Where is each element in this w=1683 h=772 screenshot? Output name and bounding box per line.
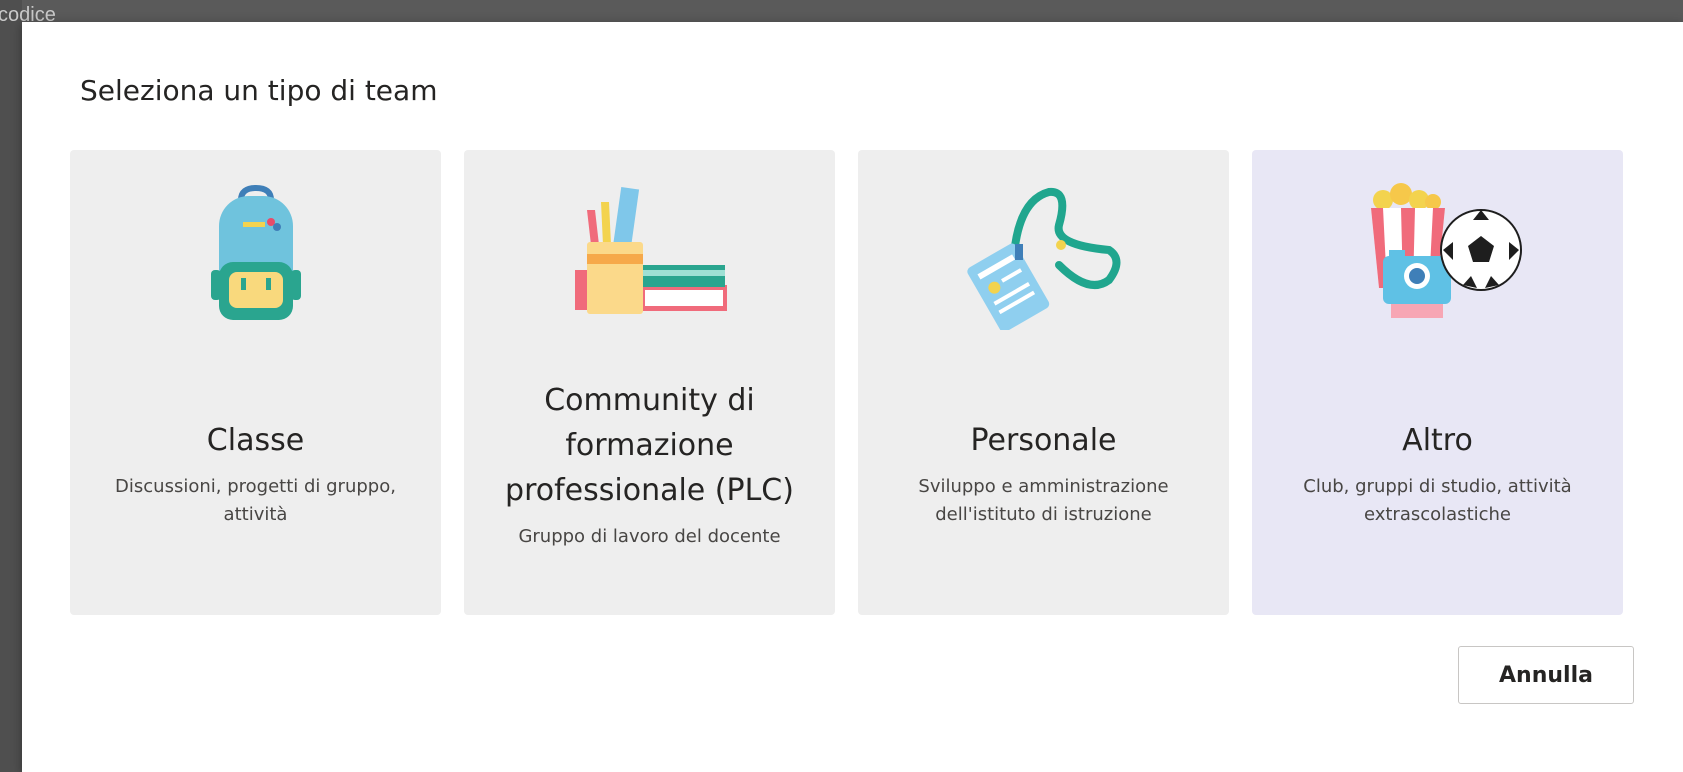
backpack-icon <box>210 184 301 320</box>
card-title: Personale <box>970 423 1117 458</box>
cancel-button[interactable]: Annulla <box>1458 646 1634 704</box>
team-type-dialog: Seleziona un tipo di team Classe Discuss… <box>22 22 1683 772</box>
card-title: Classe <box>206 423 305 458</box>
popcorn-camera-soccer-icon <box>1370 183 1522 318</box>
backdrop <box>0 0 22 772</box>
pencil-cup-books-icon <box>574 187 727 314</box>
team-type-card-classe[interactable]: Classe Discussioni, progetti di gruppo, … <box>70 150 441 615</box>
card-description: Discussioni, progetti di gruppo, attivit… <box>115 476 396 525</box>
card-description: Gruppo di lavoro del docente <box>518 526 781 547</box>
dialog-title: Seleziona un tipo di team <box>80 74 438 107</box>
team-type-card-altro[interactable]: Altro Club, gruppi di studio, attività e… <box>1252 150 1623 615</box>
id-badge-lanyard-icon <box>966 187 1120 330</box>
card-title: Altro <box>1402 423 1473 458</box>
team-type-card-plc[interactable]: Community di formazione professionale (P… <box>464 150 835 615</box>
card-description: Club, gruppi di studio, attività extrasc… <box>1303 476 1572 525</box>
team-type-card-personale[interactable]: Personale Sviluppo e amministrazione del… <box>858 150 1229 615</box>
card-description: Sviluppo e amministrazione dell'istituto… <box>918 476 1169 525</box>
card-title: Community di formazione professionale (P… <box>505 383 794 508</box>
